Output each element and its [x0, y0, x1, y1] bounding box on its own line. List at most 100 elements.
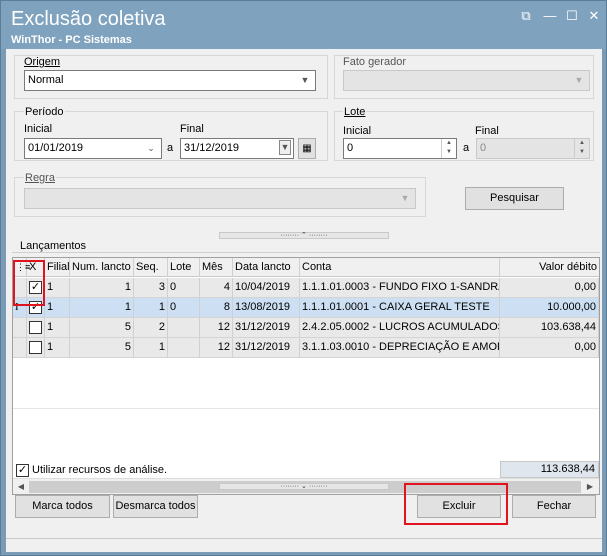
- cell-data-lancto: 10/04/2019: [233, 278, 300, 297]
- dropdown-arrow-icon: ▼: [279, 140, 291, 155]
- calendar-icon[interactable]: ▦: [298, 138, 316, 159]
- data-final-picker[interactable]: 31/12/2019 ▼: [180, 138, 294, 159]
- cell-num-lancto: 5: [70, 318, 134, 337]
- cell-mes: 12: [200, 338, 233, 357]
- lote-inicial-value: 0: [347, 142, 354, 154]
- cell-filial: 1: [45, 318, 70, 337]
- col-data-lancto[interactable]: Data lancto: [233, 258, 300, 277]
- fato-gerador-label: Fato gerador: [343, 56, 406, 68]
- cell-seq: 2: [134, 318, 168, 337]
- regra-label: Regra: [24, 172, 56, 184]
- window-subtitle: WinThor - PC Sistemas: [11, 34, 132, 46]
- cell-lote: [168, 338, 200, 357]
- table-row[interactable]: I ✓ 1 1 1 0 8 13/08/2019 1.1.1.01.0001 - CAIXA G…: [13, 298, 599, 318]
- desmarca-todos-button[interactable]: Desmarca todos: [113, 495, 198, 518]
- cell-data-lancto: 31/12/2019: [233, 338, 300, 357]
- origem-label: Origem: [24, 56, 61, 68]
- excluir-highlight-box: [404, 483, 508, 525]
- lancamentos-grid: ⋮≡ X Filial Num. lancto Seq. Lote Mês Da…: [12, 257, 600, 495]
- spin-up-icon[interactable]: ▲: [442, 139, 456, 148]
- periodo-label: Período: [24, 106, 65, 118]
- cell-num-lancto: 5: [70, 338, 134, 357]
- col-num-lancto[interactable]: Num. lancto: [70, 258, 134, 277]
- spin-down-icon[interactable]: ▼: [442, 148, 456, 157]
- cell-num-lancto: 1: [70, 298, 134, 317]
- cell-lote: [168, 318, 200, 337]
- lote-final-value: 0: [480, 142, 487, 154]
- close-button[interactable]: ✕: [585, 8, 603, 24]
- analysis-checkbox[interactable]: ✓: [16, 464, 29, 477]
- col-lote[interactable]: Lote: [168, 258, 200, 277]
- status-bar: [6, 538, 602, 552]
- lote-final-stepper[interactable]: 0 ▲ ▼: [476, 138, 590, 159]
- data-inicial-picker[interactable]: 01/01/2019 ⌄: [24, 138, 162, 159]
- cell-seq: 1: [134, 298, 168, 317]
- row-checkbox[interactable]: [29, 321, 42, 334]
- cell-data-lancto: 31/12/2019: [233, 318, 300, 337]
- row-checkbox-cell: [27, 338, 45, 357]
- cell-valor-debito: 103.638,44: [500, 318, 599, 337]
- cell-lote: 0: [168, 298, 200, 317]
- cell-valor-debito: 10.000,00: [500, 298, 599, 317]
- spin-buttons[interactable]: ▲ ▼: [574, 139, 589, 158]
- divider: [13, 408, 599, 409]
- cell-mes: 8: [200, 298, 233, 317]
- regra-select[interactable]: ▼: [24, 188, 416, 209]
- fato-gerador-select[interactable]: ▼: [343, 70, 590, 91]
- client-area: Origem Normal ▼ Fato gerador ▼ Período I…: [6, 49, 602, 552]
- cell-filial: 1: [45, 278, 70, 297]
- window-title: Exclusão coletiva: [11, 8, 166, 30]
- data-final-value: 31/12/2019: [184, 142, 240, 154]
- scroll-left-icon[interactable]: ◀: [15, 480, 27, 494]
- pesquisar-button[interactable]: Pesquisar: [465, 187, 564, 210]
- spin-up-icon[interactable]: ▲: [575, 139, 589, 148]
- dock-icon[interactable]: ⧉: [517, 8, 535, 24]
- cell-mes: 4: [200, 278, 233, 297]
- lote-final-label: Final: [475, 125, 499, 137]
- lote-inicial-stepper[interactable]: 0 ▲ ▼: [343, 138, 457, 159]
- divider: [12, 252, 600, 253]
- col-seq[interactable]: Seq.: [134, 258, 168, 277]
- table-row[interactable]: 1 5 2 12 31/12/2019 2.4.2.05.0002 - LUCROS AC…: [13, 318, 599, 338]
- col-conta[interactable]: Conta: [300, 258, 500, 277]
- cell-conta: 2.4.2.05.0002 - LUCROS ACUMULADOS: [300, 318, 500, 337]
- analysis-checkbox-label: Utilizar recursos de análise.: [32, 464, 168, 476]
- col-mes[interactable]: Mês: [200, 258, 233, 277]
- origem-select[interactable]: Normal ▼: [24, 70, 316, 91]
- inicial-label: Inicial: [24, 123, 53, 135]
- table-row[interactable]: ✓ 1 1 3 0 4 10/04/2019 1.1.1.01.0003 - FUNDO FI…: [13, 278, 599, 298]
- cell-conta: 1.1.1.01.0001 - CAIXA GERAL TESTE: [300, 298, 500, 317]
- cell-data-lancto: 13/08/2019: [233, 298, 300, 317]
- fechar-button[interactable]: Fechar: [512, 495, 596, 518]
- col-filial[interactable]: Filial: [45, 258, 70, 277]
- minimize-button[interactable]: —: [541, 8, 559, 24]
- title-bar: Exclusão coletiva WinThor - PC Sistemas …: [1, 1, 606, 49]
- table-row[interactable]: 1 5 1 12 31/12/2019 3.1.1.03.0010 - DEPRECIAÇ…: [13, 338, 599, 358]
- origem-value: Normal: [28, 74, 64, 86]
- total-valor-debito: 113.638,44: [500, 461, 599, 478]
- maximize-button[interactable]: ☐: [563, 8, 581, 24]
- cell-lote: 0: [168, 278, 200, 297]
- chevron-down-icon: ▼: [400, 193, 410, 203]
- dialog-window: Exclusão coletiva WinThor - PC Sistemas …: [0, 0, 607, 556]
- grid-header: ⋮≡ X Filial Num. lancto Seq. Lote Mês Da…: [13, 258, 599, 277]
- row-checkbox[interactable]: [29, 341, 42, 354]
- marca-todos-button[interactable]: Marca todos: [15, 495, 110, 518]
- data-inicial-value: 01/01/2019: [28, 142, 84, 154]
- lancamentos-label: Lançamentos: [20, 240, 87, 252]
- checkbox-highlight-box: [13, 260, 45, 306]
- spin-buttons[interactable]: ▲ ▼: [441, 139, 456, 158]
- lote-a-label: a: [463, 142, 470, 154]
- row-indicator: [13, 318, 27, 337]
- cell-filial: 1: [45, 338, 70, 357]
- spin-down-icon[interactable]: ▼: [575, 148, 589, 157]
- splitter-handle[interactable]: ········ ⌄ ········: [219, 483, 389, 490]
- splitter-handle[interactable]: ········ ⌃ ········: [219, 232, 389, 239]
- row-indicator: [13, 338, 27, 357]
- scroll-right-icon[interactable]: ▶: [584, 480, 596, 494]
- lote-inicial-label: Inicial: [343, 125, 372, 137]
- cell-conta: 1.1.1.01.0003 - FUNDO FIXO 1-SANDRA: [300, 278, 500, 297]
- cell-filial: 1: [45, 298, 70, 317]
- cell-conta: 3.1.1.03.0010 - DEPRECIAÇÃO E AMORT: [300, 338, 500, 357]
- col-valor-debito[interactable]: Valor débito: [500, 258, 599, 277]
